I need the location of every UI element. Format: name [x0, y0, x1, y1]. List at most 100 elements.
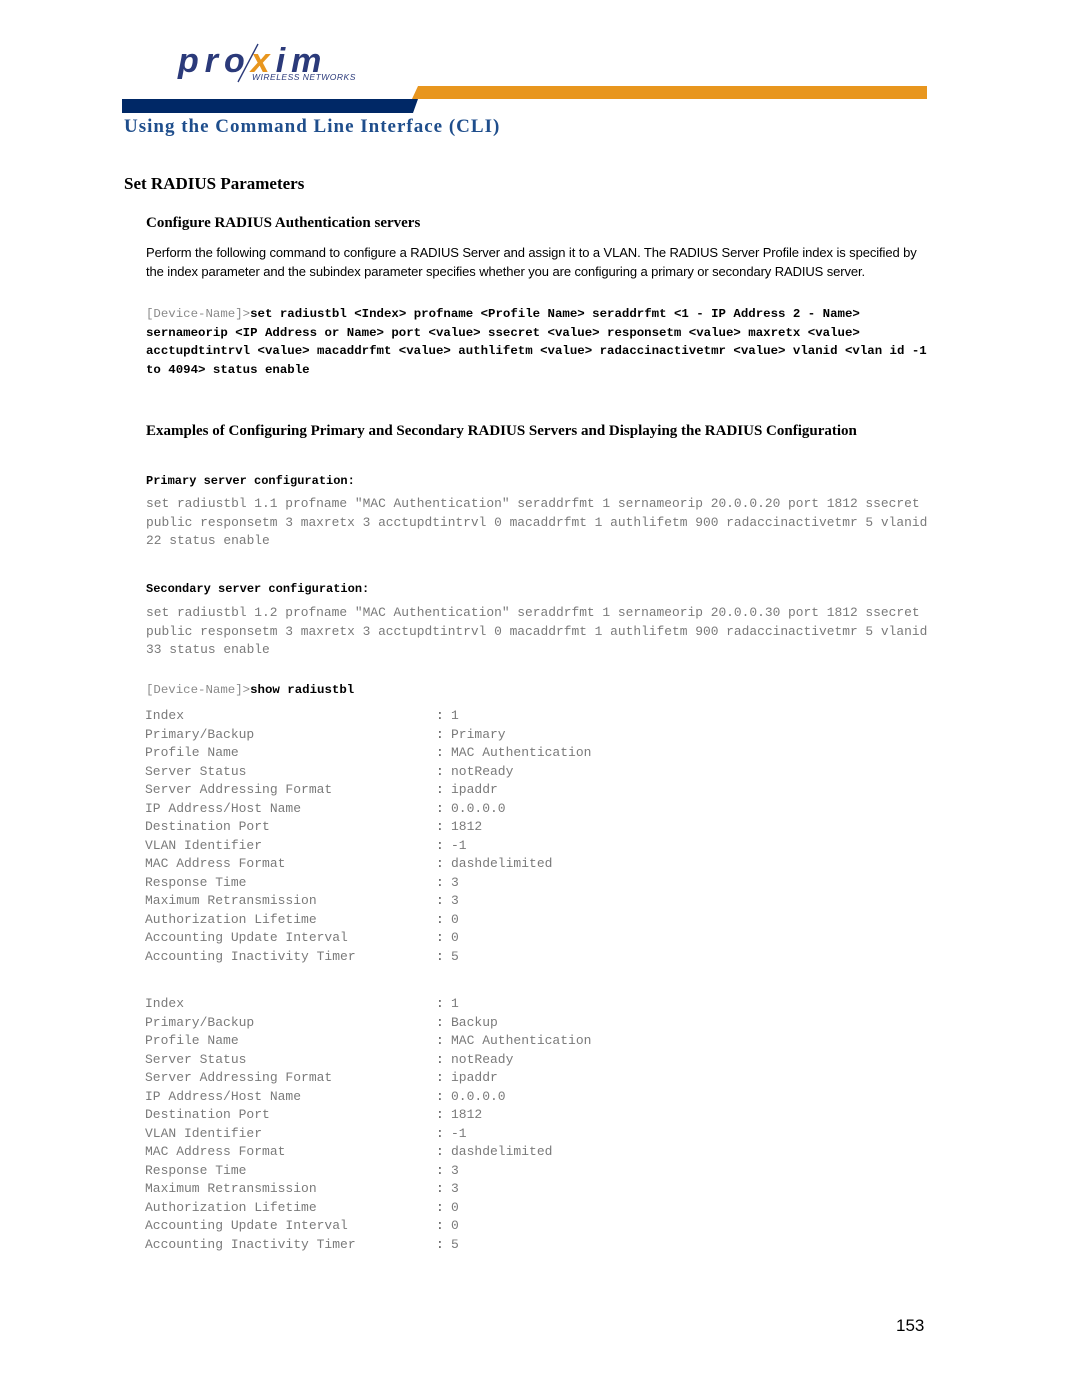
row-value: -1 — [451, 837, 467, 853]
row-value: 1812 — [451, 1107, 483, 1122]
row-key: Profile Name — [145, 1033, 239, 1048]
row-key: Response Time — [145, 874, 247, 890]
chapter-title: Using the Command Line Interface (CLI) — [124, 116, 501, 137]
row-key: Response Time — [145, 1162, 247, 1178]
primary-config-command: set radiustbl 1.1 profname "MAC Authenti… — [146, 496, 928, 549]
logo-tagline: WIRELESS NETWORKS — [252, 72, 356, 82]
row-separator: : — [436, 874, 444, 890]
cli-prompt: [Device-Name]> — [146, 307, 251, 321]
row-key: Authorization Lifetime — [145, 911, 317, 927]
secondary-config-command: set radiustbl 1.2 profname "MAC Authenti… — [146, 605, 928, 658]
row-value: 0 — [451, 1218, 459, 1233]
row-value: 1 — [451, 708, 459, 723]
row-separator: : — [436, 930, 444, 945]
row-value: 0.0.0.0 — [451, 800, 506, 816]
row-separator: : — [436, 800, 444, 816]
row-separator: : — [436, 1199, 444, 1215]
row-separator: : — [436, 856, 444, 871]
syntax-command: set radiustbl <Index> profname <Profile … — [146, 307, 927, 377]
row-value: 3 — [451, 874, 459, 890]
row-value: ipaddr — [451, 782, 498, 797]
row-value: 0.0.0.0 — [451, 1088, 506, 1104]
row-key: VLAN Identifier — [145, 837, 263, 853]
row-key: Maximum Retransmission — [145, 1181, 317, 1196]
row-value: dashdelimited — [451, 856, 553, 871]
row-separator: : — [436, 745, 444, 760]
row-value: Backup — [451, 1014, 498, 1030]
row-key: Server Status — [145, 763, 247, 779]
row-value: 0 — [451, 1199, 459, 1215]
row-key: Maximum Retransmission — [145, 893, 317, 908]
row-key: Destination Port — [145, 1107, 270, 1122]
row-value: 3 — [451, 1181, 459, 1196]
row-key: Accounting Inactivity Timer — [145, 1236, 356, 1252]
row-separator: : — [436, 1218, 444, 1233]
row-separator: : — [436, 726, 444, 742]
row-key: Primary/Backup — [145, 726, 255, 742]
row-key: MAC Address Format — [145, 856, 286, 871]
row-separator: : — [436, 1144, 444, 1159]
row-value: ipaddr — [451, 1070, 498, 1085]
row-separator: : — [436, 1070, 444, 1085]
row-separator: : — [436, 1051, 444, 1067]
row-key: Accounting Update Interval — [145, 930, 348, 945]
row-separator: : — [436, 819, 444, 834]
row-key: IP Address/Host Name — [145, 800, 302, 816]
header-band-navy — [122, 99, 418, 113]
row-separator: : — [436, 911, 444, 927]
row-key: IP Address/Host Name — [145, 1088, 302, 1104]
row-separator: : — [436, 1033, 444, 1048]
row-key: Primary/Backup — [145, 1014, 255, 1030]
row-value: -1 — [451, 1125, 467, 1141]
row-separator: : — [436, 1088, 444, 1104]
cli-prompt: [Device-Name]> — [146, 683, 251, 697]
row-key: Index — [145, 708, 185, 723]
row-value: 3 — [451, 1162, 459, 1178]
row-key: Profile Name — [145, 745, 239, 760]
row-value: 0 — [451, 930, 459, 945]
primary-config-label: Primary server configuration: — [146, 474, 355, 488]
row-key: Server Addressing Format — [145, 782, 333, 797]
row-key: Server Status — [145, 1051, 247, 1067]
command-syntax: [Device-Name]>set radiustbl <Index> prof… — [146, 305, 931, 379]
row-key: Accounting Update Interval — [145, 1218, 348, 1233]
section-description: Perform the following command to configu… — [146, 245, 917, 279]
row-separator: : — [436, 1014, 444, 1030]
row-value: 0 — [451, 911, 459, 927]
row-key: Index — [145, 996, 185, 1011]
row-value: MAC Authentication — [451, 1033, 592, 1048]
section-title: Set RADIUS Parameters — [124, 174, 305, 193]
row-separator: : — [436, 893, 444, 908]
row-separator: : — [436, 708, 444, 723]
row-separator: : — [436, 1162, 444, 1178]
row-key: Accounting Inactivity Timer — [145, 948, 356, 964]
proxim-logo: proxim WIRELESS NETWORKS — [172, 38, 372, 86]
row-separator: : — [436, 837, 444, 853]
row-separator: : — [436, 782, 444, 797]
row-separator: : — [436, 1181, 444, 1196]
row-value: Primary — [451, 726, 506, 742]
row-value: notReady — [451, 763, 514, 779]
row-key: Destination Port — [145, 819, 270, 834]
row-separator: : — [436, 996, 444, 1011]
row-value: 3 — [451, 893, 459, 908]
secondary-config-label: Secondary server configuration: — [146, 582, 370, 596]
row-key: Server Addressing Format — [145, 1070, 333, 1085]
row-value: 5 — [451, 1236, 459, 1252]
row-value: 5 — [451, 948, 459, 964]
row-key: Authorization Lifetime — [145, 1199, 317, 1215]
row-separator: : — [436, 763, 444, 779]
subsection-title: Configure RADIUS Authentication servers — [146, 215, 421, 231]
row-separator: : — [436, 1236, 444, 1252]
row-key: VLAN Identifier — [145, 1125, 263, 1141]
page-number: 153 — [896, 1316, 925, 1335]
show-command-text: show radiustbl — [250, 683, 355, 697]
row-separator: : — [436, 948, 444, 964]
logo-brand-start: pro — [178, 42, 251, 80]
row-value: 1 — [451, 996, 459, 1011]
row-value: MAC Authentication — [451, 745, 592, 760]
row-value: dashdelimited — [451, 1144, 553, 1159]
row-key: MAC Address Format — [145, 1144, 286, 1159]
row-value: 1812 — [451, 819, 483, 834]
show-command: [Device-Name]>show radiustbl — [146, 683, 354, 697]
